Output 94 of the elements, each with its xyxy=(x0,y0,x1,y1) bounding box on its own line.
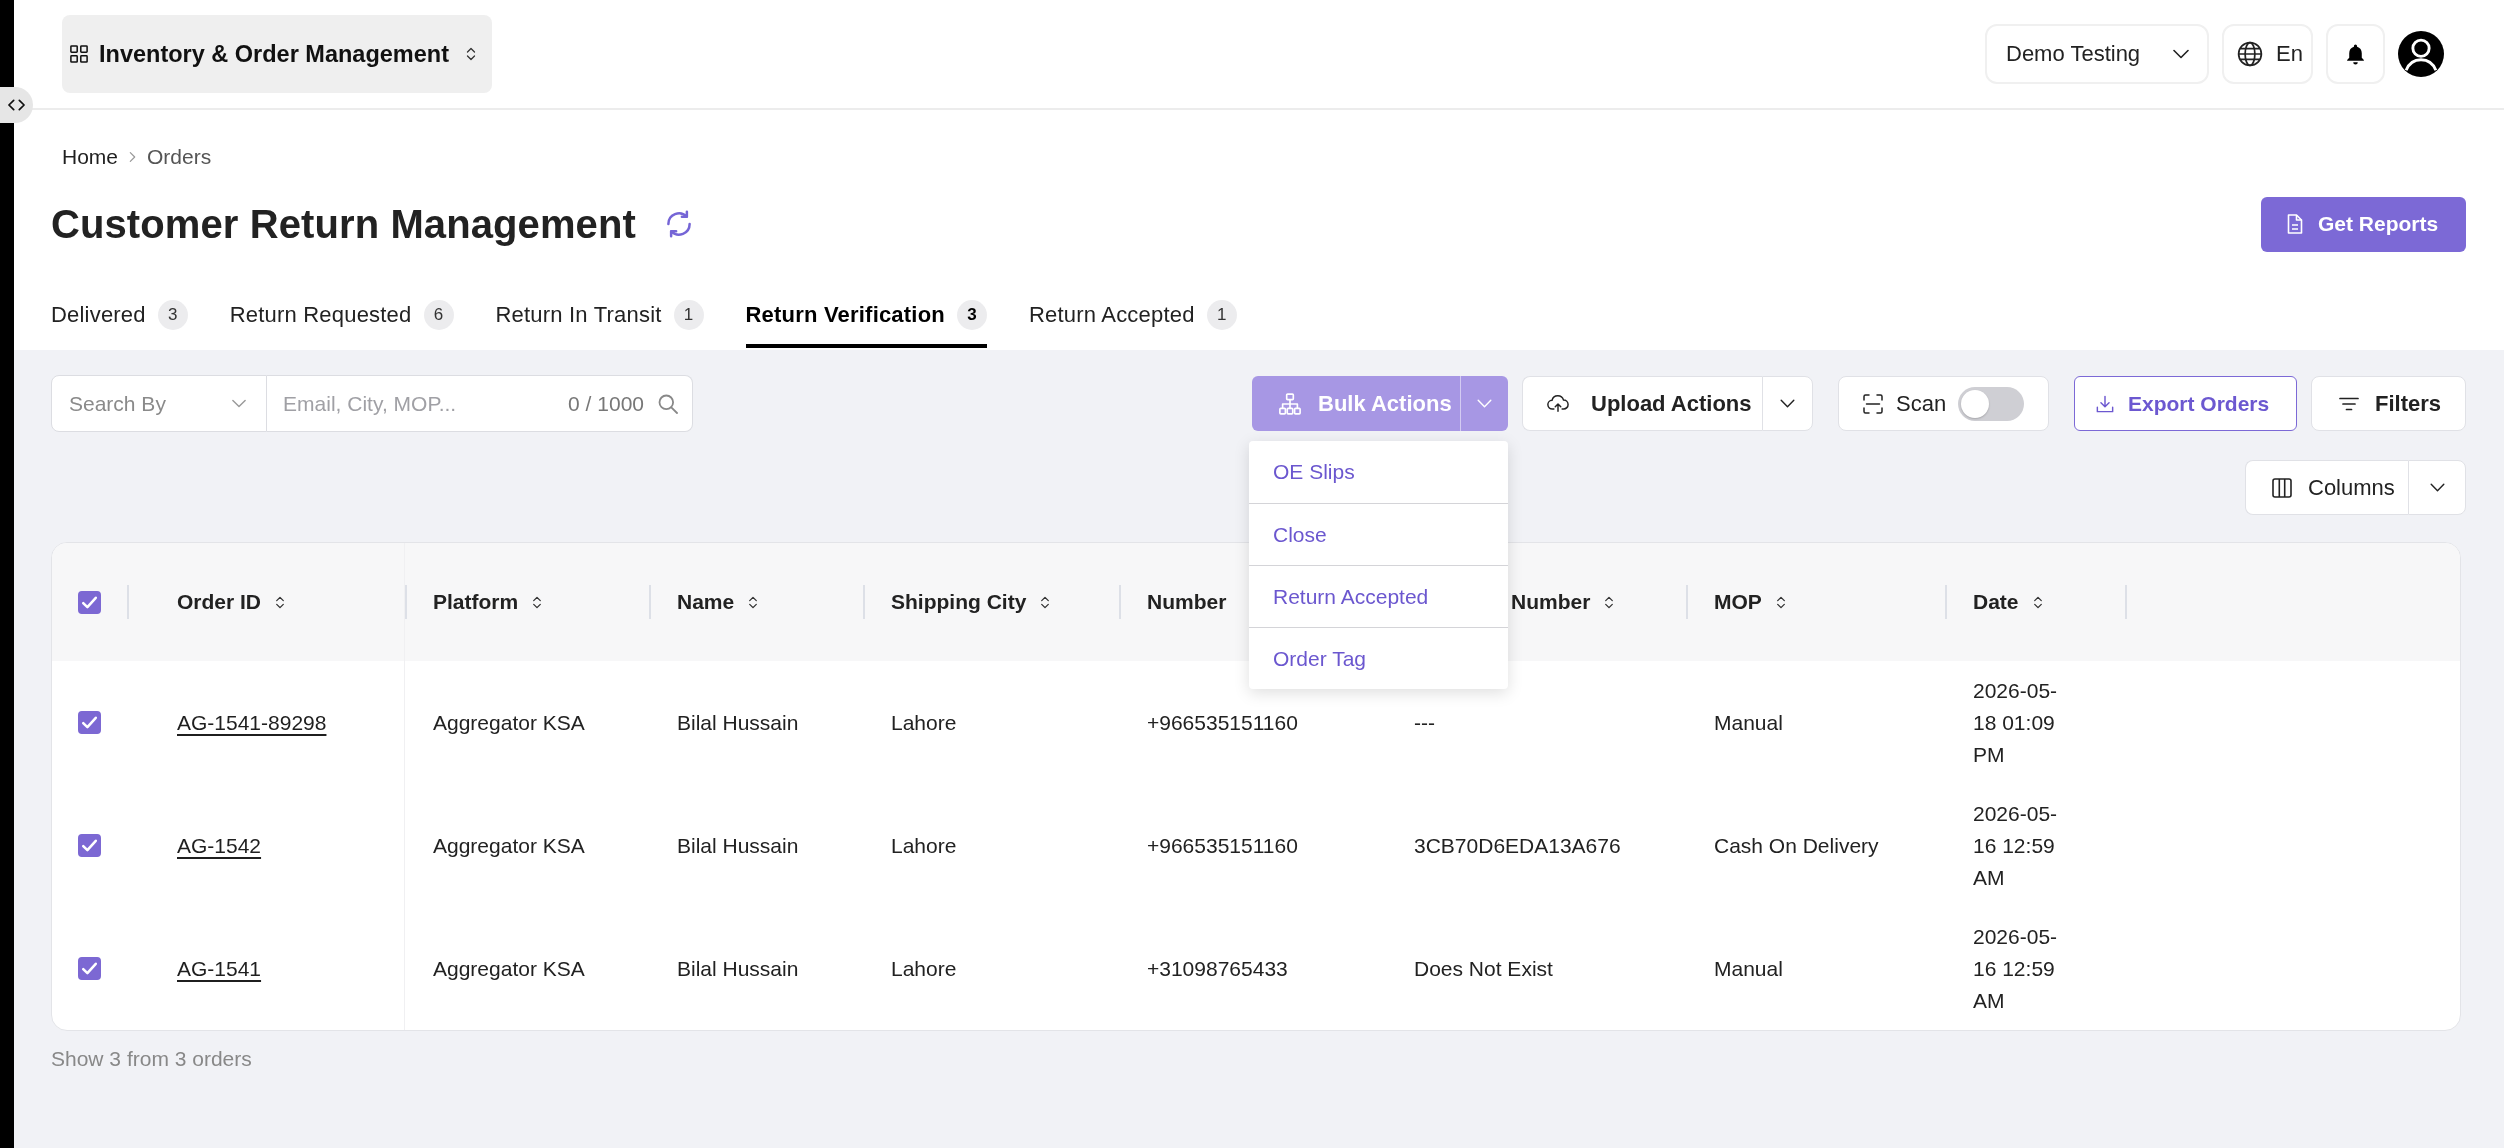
results-summary: Show 3 from 3 orders xyxy=(51,1047,253,1071)
search-field[interactable]: Email, City, MOP... 0 / 1000 xyxy=(267,375,693,432)
grid-icon xyxy=(70,45,88,63)
table-cell-text: Bilal Hussain xyxy=(677,709,799,736)
table-cell-text: 3CB70D6EDA13A676 xyxy=(1414,832,1621,859)
chevron-down-icon xyxy=(1780,399,1795,408)
account-select[interactable]: Demo Testing xyxy=(1985,24,2209,84)
scan-label: Scan xyxy=(1896,390,1947,417)
menu-item[interactable]: OE Slips xyxy=(1249,441,1508,503)
table-cell-text: +966535151160 xyxy=(1147,709,1298,736)
chevron-down-icon xyxy=(2173,49,2189,59)
breadcrumb-link[interactable]: Orders xyxy=(147,145,212,169)
chevron-up-down-icon xyxy=(465,46,476,62)
table-cell-text: 2026-05-16 12:59 AM xyxy=(1973,800,2059,891)
chevron-down-icon xyxy=(1477,399,1492,408)
table-cell-text: Cash On Delivery xyxy=(1714,832,1879,859)
page-title: Customer Return Management xyxy=(51,201,636,248)
sort-icon xyxy=(2032,594,2043,610)
order-link[interactable]: AG-1541 xyxy=(177,956,262,981)
table-cell-text: Manual xyxy=(1714,955,1783,982)
table-cell-text: Does Not Exist xyxy=(1414,955,1553,982)
column-header: Number xyxy=(1147,590,1227,614)
tab[interactable]: Delivered 3 xyxy=(51,285,188,348)
table-cell-text: --- xyxy=(1414,709,1435,736)
table-cell-text: 2026-05-16 12:59 AM xyxy=(1973,923,2059,1014)
dropdown-toggle-button[interactable] xyxy=(1762,376,1813,431)
chevrons-icon xyxy=(8,99,25,111)
column-header[interactable]: MOP xyxy=(1714,590,1786,614)
sort-icon xyxy=(1604,594,1615,610)
tab[interactable]: Return Requested 6 xyxy=(229,285,454,348)
table-cell-text: Aggregator KSA xyxy=(433,832,585,859)
scan-icon xyxy=(1863,393,1883,414)
order-link[interactable]: AG-1541-89298 xyxy=(177,710,327,735)
globe-icon xyxy=(2237,41,2263,67)
export-orders-button[interactable]: Export Orders xyxy=(2074,376,2297,431)
column-header[interactable]: Platform xyxy=(433,590,543,614)
checkbox[interactable] xyxy=(78,711,101,734)
bell-icon xyxy=(2345,42,2366,66)
checkbox[interactable] xyxy=(78,590,101,614)
checkbox[interactable] xyxy=(78,957,101,980)
order-link[interactable]: AG-1542 xyxy=(177,833,262,858)
columns-button[interactable]: Columns xyxy=(2245,460,2408,515)
chevron-right-icon xyxy=(129,151,137,163)
tab[interactable]: Return Accepted 1 xyxy=(1028,285,1237,348)
sort-icon xyxy=(1775,594,1786,610)
columns-icon xyxy=(2272,477,2292,498)
column-header[interactable]: Date xyxy=(1973,590,2043,614)
table-cell-text: Aggregator KSA xyxy=(433,709,585,736)
table-cell-text: Bilal Hussain xyxy=(677,832,799,859)
count-badge: 1 xyxy=(673,299,704,330)
sort-icon xyxy=(748,594,759,610)
get-reports-button[interactable]: Get Reports xyxy=(2261,196,2466,252)
table-cell-text: 2026-05-18 01:09 PM xyxy=(1973,677,2059,768)
breadcrumb-link[interactable]: Home xyxy=(62,145,119,169)
download-icon xyxy=(2096,394,2114,413)
sort-icon xyxy=(532,594,543,610)
table-cell-text: +966535151160 xyxy=(1147,832,1298,859)
search-input[interactable]: Email, City, MOP... xyxy=(283,386,555,421)
scan-toggle[interactable] xyxy=(1958,386,2024,421)
table-cell-text: Lahore xyxy=(891,955,957,982)
table-cell-text: Lahore xyxy=(891,832,957,859)
count-badge: 1 xyxy=(1206,299,1237,330)
filters-button[interactable]: Filters xyxy=(2311,376,2466,431)
checkbox[interactable] xyxy=(78,834,101,857)
table-cell-text: +31098765433 xyxy=(1147,955,1288,982)
filter-icon xyxy=(2339,396,2359,411)
sort-icon xyxy=(1040,594,1051,610)
character-counter: 0 / 1000 xyxy=(568,391,644,416)
cloud-upload-icon xyxy=(1547,394,1569,413)
table-cell-text: Bilal Hussain xyxy=(677,955,799,982)
language-button[interactable]: En xyxy=(2222,24,2313,84)
hierarchy-icon xyxy=(1279,392,1301,415)
table-cell-text: Manual xyxy=(1714,709,1783,736)
column-header[interactable]: Number xyxy=(1511,590,1615,614)
count-badge: 6 xyxy=(423,299,454,330)
dropdown-toggle-button[interactable] xyxy=(2408,460,2466,515)
avatar-icon[interactable] xyxy=(2398,31,2444,77)
count-badge: 3 xyxy=(956,299,987,330)
chevron-down-icon xyxy=(232,399,247,408)
table-cell-text: Lahore xyxy=(891,709,957,736)
notifications-button[interactable] xyxy=(2326,24,2385,84)
sort-icon xyxy=(275,594,286,610)
upload-actions-button[interactable]: Upload Actions xyxy=(1522,376,1762,431)
sidebar-toggle-button[interactable] xyxy=(0,87,33,123)
count-badge: 3 xyxy=(157,299,188,330)
chevron-down-icon xyxy=(2429,483,2445,492)
tab[interactable]: Return In Transit 1 xyxy=(495,285,704,348)
table-cell-text: Aggregator KSA xyxy=(433,955,585,982)
search-icon[interactable] xyxy=(658,393,678,414)
column-header[interactable]: Name xyxy=(677,590,759,614)
document-icon xyxy=(2287,214,2303,234)
column-header[interactable]: Shipping City xyxy=(891,590,1051,614)
app-switcher[interactable]: Inventory & Order Management xyxy=(62,15,492,93)
column-header[interactable]: Order ID xyxy=(177,590,286,614)
